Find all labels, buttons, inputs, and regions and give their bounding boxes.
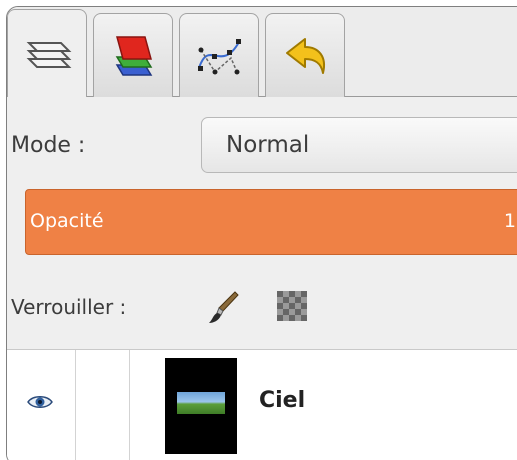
lock-alpha-checker-icon[interactable]	[277, 291, 307, 321]
column-divider	[75, 350, 76, 460]
lock-label: Verrouiller :	[11, 295, 127, 319]
mode-label: Mode :	[11, 133, 86, 158]
mode-value: Normal	[226, 132, 310, 158]
layers-panel: Mode : Normal Opacité 1 Verrouiller : Ci…	[7, 97, 517, 460]
tab-undo-history[interactable]	[265, 13, 345, 97]
dock-tab-strip	[7, 7, 517, 97]
lock-row: Verrouiller :	[7, 277, 517, 337]
opacity-value: 1	[503, 210, 516, 232]
layers-dock: Mode : Normal Opacité 1 Verrouiller : Ci…	[6, 6, 517, 460]
layer-name[interactable]: Ciel	[259, 388, 305, 413]
paths-icon	[191, 28, 247, 84]
opacity-slider[interactable]: Opacité 1	[25, 189, 517, 255]
column-divider	[129, 350, 130, 460]
opacity-label: Opacité	[30, 210, 104, 232]
tab-channels[interactable]	[93, 13, 173, 97]
mode-select[interactable]: Normal	[201, 117, 517, 173]
layer-thumbnail[interactable]	[165, 358, 237, 454]
layers-icon	[19, 29, 75, 79]
tab-paths[interactable]	[179, 13, 259, 97]
channels-icon	[107, 29, 159, 83]
undo-history-icon	[279, 31, 331, 81]
lock-pixels-brush-icon[interactable]	[207, 289, 241, 325]
tab-layers[interactable]	[7, 9, 87, 97]
layer-list: Ciel	[7, 349, 517, 460]
mode-row: Mode : Normal	[7, 117, 517, 177]
visibility-eye-icon[interactable]	[27, 394, 53, 410]
sky-landscape-thumbnail	[177, 392, 225, 414]
